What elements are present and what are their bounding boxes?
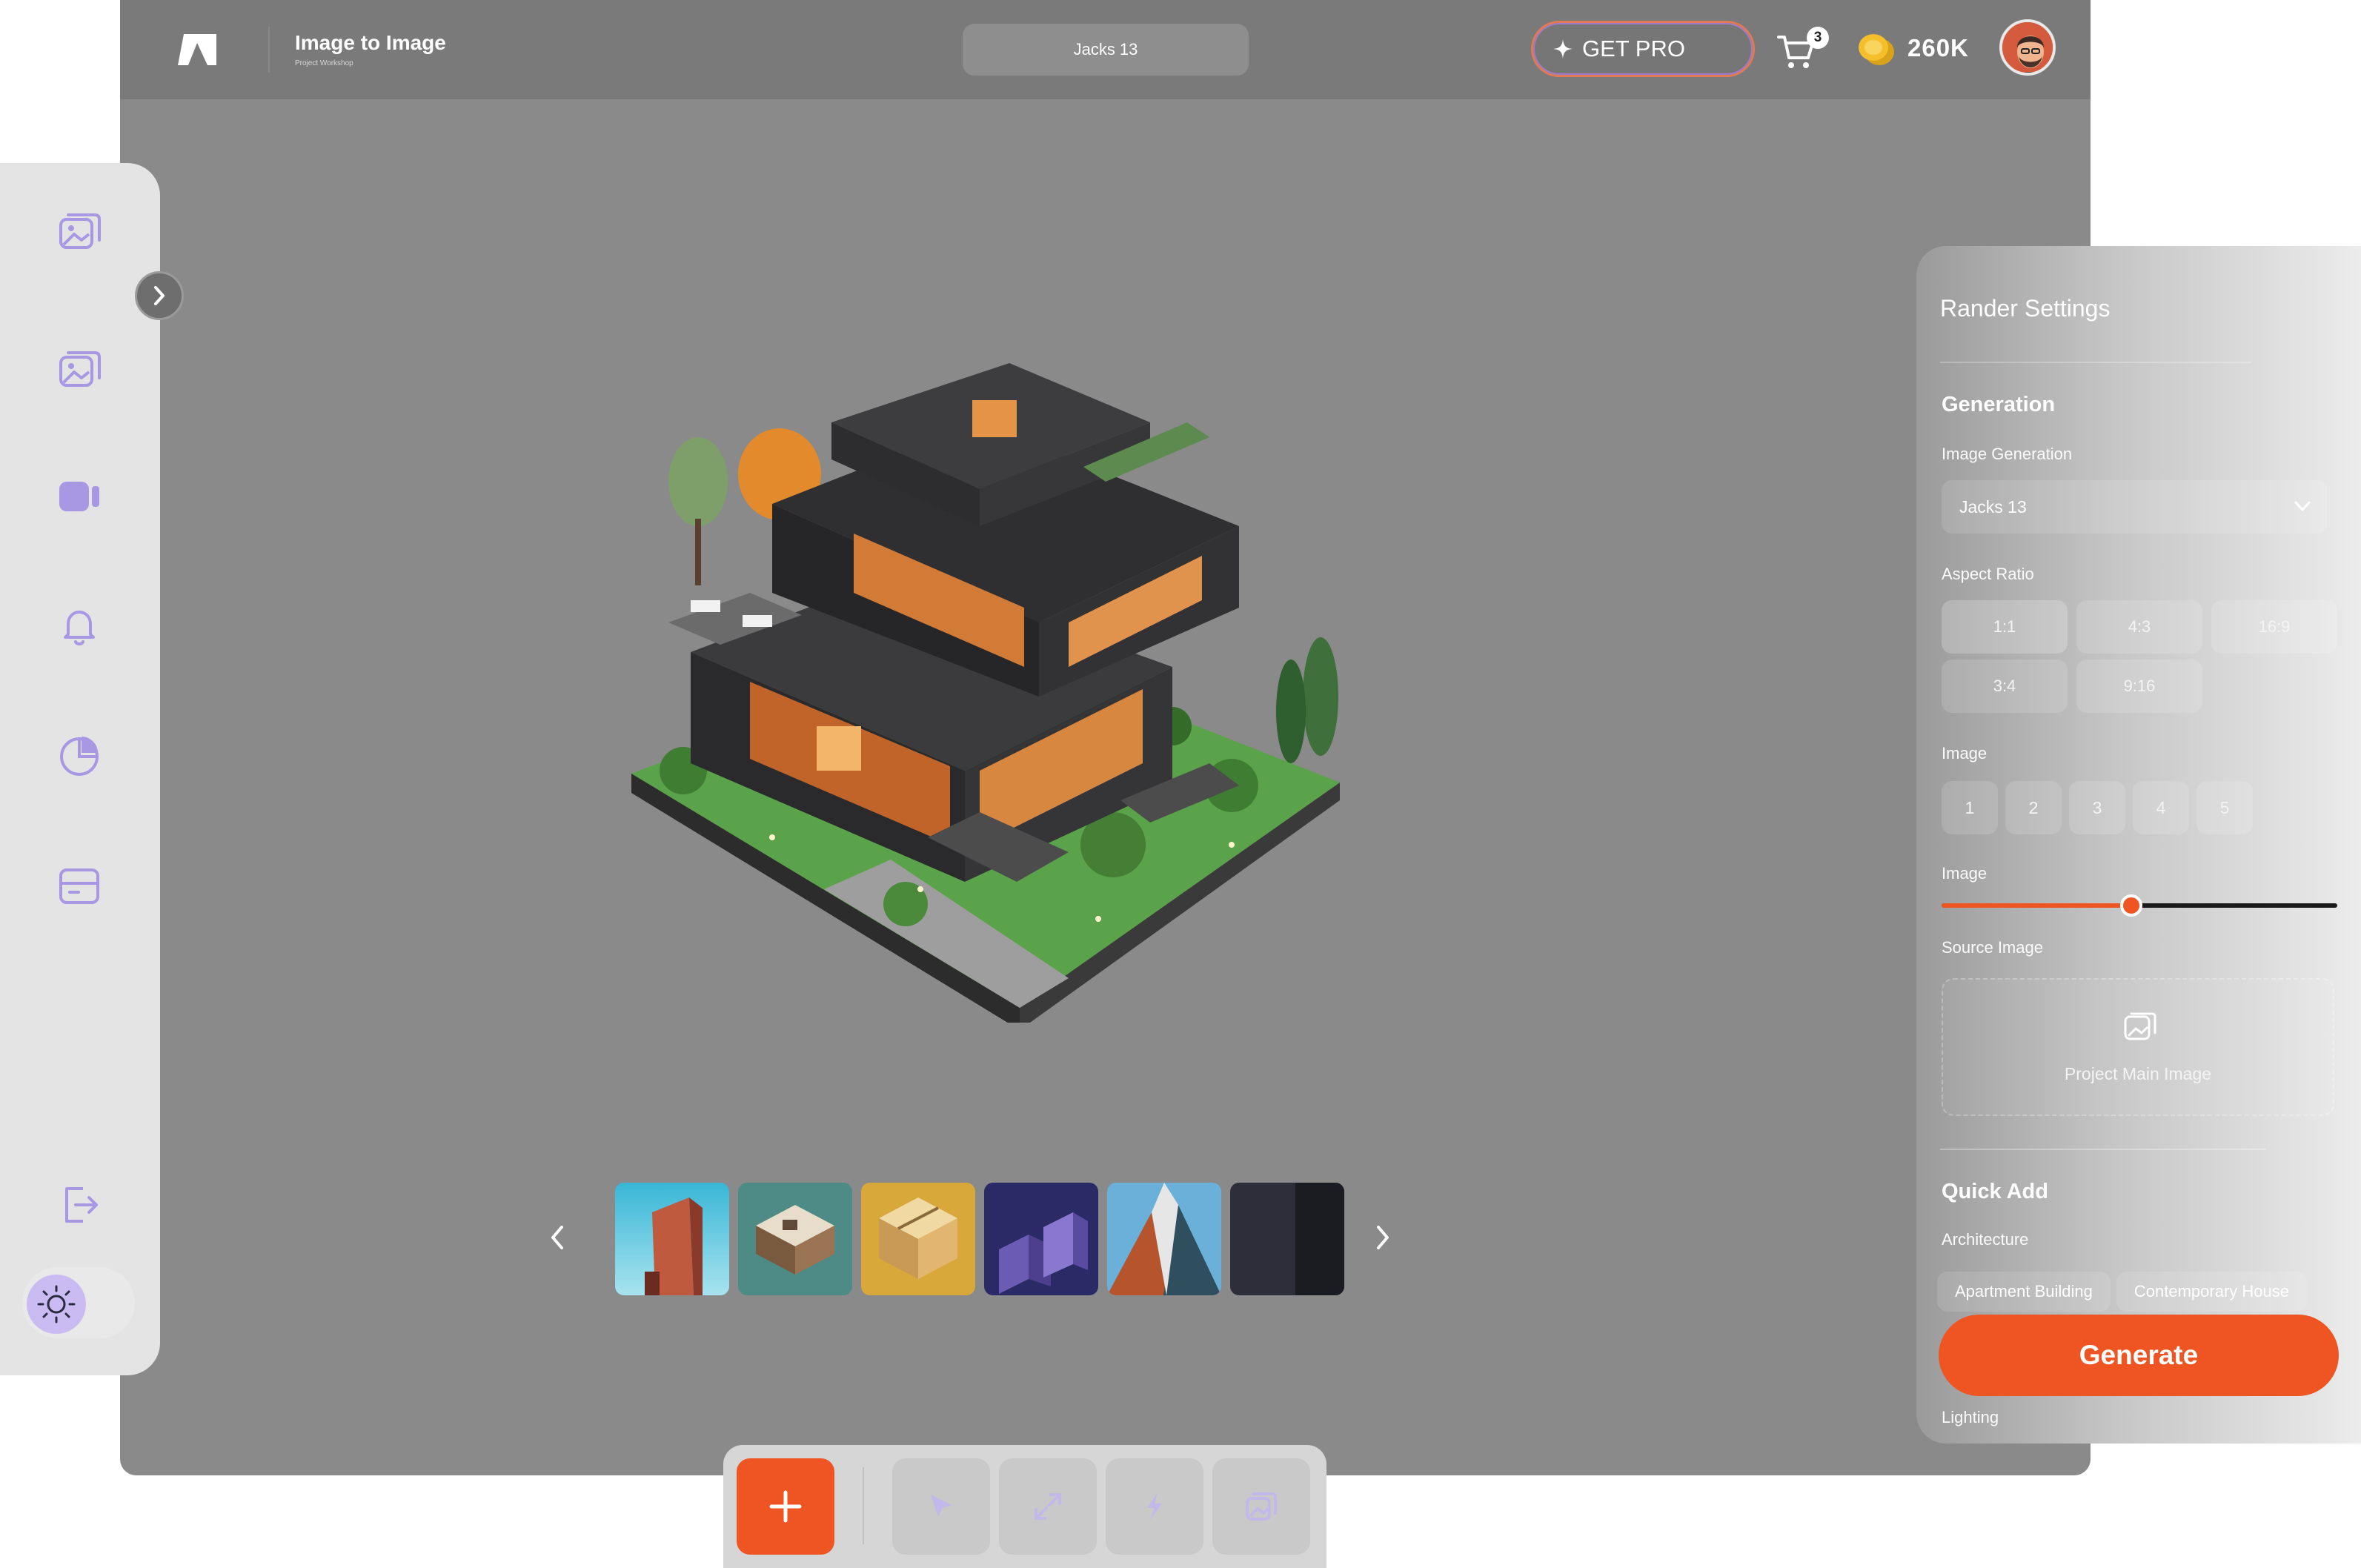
cursor-icon bbox=[925, 1490, 957, 1523]
get-pro-label: GET PRO bbox=[1582, 36, 1685, 62]
bell-icon[interactable] bbox=[53, 600, 105, 652]
architecture-tag[interactable]: Apartment Building bbox=[1937, 1272, 2111, 1312]
get-pro-button[interactable]: GET PRO bbox=[1531, 21, 1755, 77]
logout-icon[interactable] bbox=[53, 1178, 105, 1230]
bottom-toolbar bbox=[723, 1445, 1326, 1568]
magic-tool-button[interactable] bbox=[1106, 1458, 1203, 1555]
credits-balance: 260K bbox=[1907, 34, 1969, 62]
project-name-label: Jacks 13 bbox=[1074, 40, 1138, 59]
gallery-thumbnail[interactable] bbox=[1107, 1183, 1221, 1295]
architecture-tag[interactable]: Contemporary House bbox=[2116, 1272, 2307, 1312]
source-image-placeholder: Project Main Image bbox=[1943, 1064, 2333, 1084]
sparkle-icon bbox=[1553, 39, 1573, 59]
gallery-thumbnail[interactable] bbox=[1230, 1183, 1344, 1295]
generate-label: Generate bbox=[2079, 1340, 2198, 1371]
video-icon[interactable] bbox=[53, 470, 105, 522]
add-icon bbox=[767, 1488, 804, 1525]
aspect-ratio-option[interactable]: 16:9 bbox=[2211, 600, 2337, 654]
app-logo[interactable] bbox=[178, 34, 216, 65]
source-image-label: Source Image bbox=[1942, 938, 2043, 957]
aspect-ratio-option[interactable]: 1:1 bbox=[1942, 600, 2068, 654]
image-slider[interactable] bbox=[1942, 903, 2337, 908]
gallery-icon[interactable] bbox=[53, 205, 105, 256]
cart-count-badge: 3 bbox=[1807, 27, 1829, 49]
project-name-field[interactable]: Jacks 13 bbox=[963, 24, 1249, 76]
select-tool-button[interactable] bbox=[892, 1458, 990, 1555]
expand-tool-button[interactable] bbox=[999, 1458, 1097, 1555]
theme-toggle-button[interactable] bbox=[27, 1275, 86, 1334]
architecture-tags: Apartment BuildingContemporary House bbox=[1937, 1272, 2313, 1312]
image-generation-label: Image Generation bbox=[1942, 445, 2072, 464]
pie-chart-icon[interactable] bbox=[53, 729, 105, 781]
page-title: Image to Image bbox=[295, 31, 446, 55]
chevron-down-icon bbox=[2291, 495, 2314, 517]
architecture-label: Architecture bbox=[1942, 1230, 2028, 1249]
image-count-option[interactable]: 4 bbox=[2133, 781, 2189, 834]
gallery-thumbnail[interactable] bbox=[861, 1183, 975, 1295]
wooden-structure-thumbnail-icon bbox=[861, 1183, 975, 1295]
expand-icon bbox=[1032, 1490, 1064, 1523]
gallery-prev-button[interactable] bbox=[542, 1217, 572, 1258]
header-divider bbox=[268, 27, 270, 73]
image-slider-handle[interactable] bbox=[2120, 894, 2142, 917]
model-select[interactable]: Jacks 13 bbox=[1942, 480, 2327, 534]
image-upload-icon bbox=[2121, 1006, 2159, 1045]
sidebar-expand-button[interactable] bbox=[135, 271, 184, 320]
gallery-tool-button[interactable] bbox=[1212, 1458, 1310, 1555]
images-icon[interactable] bbox=[53, 342, 105, 394]
user-portrait-icon bbox=[2002, 22, 2056, 76]
gallery-next-button[interactable] bbox=[1368, 1217, 1398, 1258]
left-sidebar bbox=[0, 163, 160, 1375]
city-blocks-thumbnail-icon bbox=[984, 1183, 1098, 1295]
sun-icon bbox=[36, 1283, 77, 1325]
image-count-option[interactable]: 2 bbox=[2005, 781, 2062, 834]
chevron-left-icon bbox=[548, 1224, 566, 1251]
app-window: Image to Image Project Workshop Jacks 13… bbox=[120, 0, 2091, 1475]
coins-icon bbox=[1854, 30, 1897, 68]
box-icon[interactable] bbox=[53, 860, 105, 911]
page-subtitle: Project Workshop bbox=[295, 59, 353, 67]
top-bar: Image to Image Project Workshop Jacks 13… bbox=[120, 0, 2091, 99]
aspect-ratio-option[interactable]: 3:4 bbox=[1942, 660, 2068, 713]
aspect-ratio-option[interactable]: 4:3 bbox=[2076, 600, 2202, 654]
panel-divider bbox=[1940, 362, 2251, 363]
image-count-option[interactable]: 3 bbox=[2069, 781, 2125, 834]
aspect-ratio-option[interactable]: 9:16 bbox=[2076, 660, 2202, 713]
chevron-right-icon bbox=[150, 285, 168, 307]
isometric-room-thumbnail-icon bbox=[738, 1183, 852, 1295]
source-image-dropzone[interactable]: Project Main Image bbox=[1942, 978, 2334, 1116]
model-select-value: Jacks 13 bbox=[1959, 497, 2027, 517]
render-settings-panel: Rander Settings Generation Image Generat… bbox=[1916, 246, 2361, 1444]
panel-title: Rander Settings bbox=[1940, 295, 2110, 322]
gallery-thumbnail[interactable] bbox=[984, 1183, 1098, 1295]
house-render-image bbox=[505, 311, 1454, 1023]
dark-panel-thumbnail-icon bbox=[1230, 1183, 1344, 1295]
add-button[interactable] bbox=[737, 1458, 834, 1555]
image-count-option[interactable]: 1 bbox=[1942, 781, 1998, 834]
tower-building-thumbnail-icon bbox=[615, 1183, 729, 1295]
image-count-label: Image bbox=[1942, 744, 1987, 763]
image-count-option[interactable]: 5 bbox=[2196, 781, 2253, 834]
image-slider-label: Image bbox=[1942, 864, 1987, 883]
toolbar-divider bbox=[863, 1467, 864, 1544]
gallery-thumbnail[interactable] bbox=[615, 1183, 729, 1295]
magic-wand-icon bbox=[1138, 1490, 1171, 1523]
generation-heading: Generation bbox=[1942, 393, 2055, 417]
gallery-thumbnail[interactable] bbox=[738, 1183, 852, 1295]
generate-button[interactable]: Generate bbox=[1939, 1315, 2339, 1396]
image-slider-fill bbox=[1942, 903, 2131, 908]
gallery-icon bbox=[1243, 1488, 1280, 1525]
aspect-ratio-label: Aspect Ratio bbox=[1942, 565, 2034, 584]
chevron-right-icon bbox=[1374, 1224, 1392, 1251]
panel-divider bbox=[1940, 1149, 2266, 1150]
lighting-label: Lighting bbox=[1942, 1408, 1999, 1427]
avatar[interactable] bbox=[1999, 19, 2056, 76]
skyscraper-view-thumbnail-icon bbox=[1107, 1183, 1221, 1295]
quick-add-heading: Quick Add bbox=[1942, 1180, 2048, 1204]
